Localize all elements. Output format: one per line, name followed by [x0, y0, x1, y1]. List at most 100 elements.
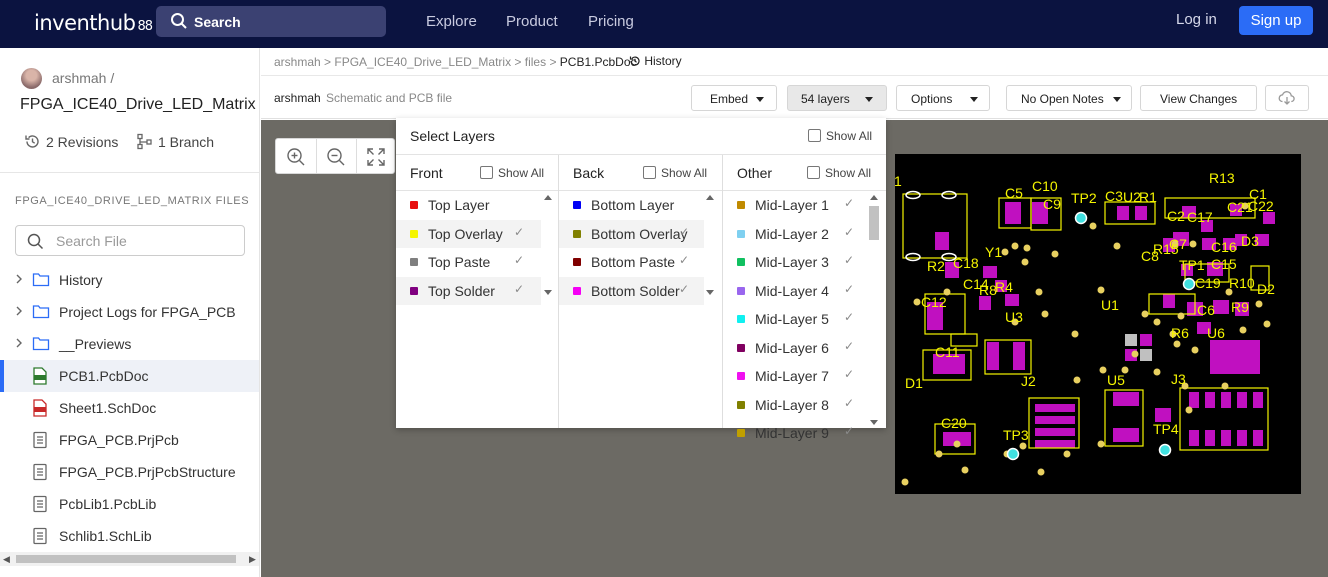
pcb-pad	[1250, 340, 1260, 374]
zoom-out-button[interactable]	[316, 139, 356, 173]
file-tree-item[interactable]: FPGA_PCB.PrjPcb	[0, 424, 259, 456]
pcb-pad	[1035, 416, 1075, 424]
front-layers-column: Front Show All Top Layer Top Overlay ✓ Top …	[396, 155, 558, 428]
scroll-left-arrow-icon[interactable]: ◀	[3, 554, 10, 565]
global-search-button[interactable]: Search	[156, 6, 386, 37]
pcb-designator-label: C15	[1211, 256, 1237, 272]
layer-row-mid-layer-9[interactable]: Mid-Layer 9 ✓	[723, 419, 867, 447]
scroll-up-arrow-icon[interactable]	[870, 195, 878, 200]
inventhub-logo[interactable]: inventhub 88	[34, 11, 153, 35]
layer-row-bottom-solder[interactable]: Bottom Solder ✓	[559, 276, 704, 305]
chevron-down-icon	[1113, 97, 1121, 102]
zoom-in-icon	[287, 148, 305, 166]
history-link[interactable]: History	[629, 54, 682, 68]
scroll-up-arrow-icon[interactable]	[544, 195, 552, 200]
show-all-layers-checkbox[interactable]	[808, 129, 821, 142]
sidebar-horizontal-scrollbar[interactable]: ◀ ▶	[0, 552, 259, 566]
nav-product[interactable]: Product	[506, 13, 558, 30]
file-tree-label: FPGA_PCB.PrjPcbStructure	[59, 464, 236, 480]
file-owner[interactable]: arshmah	[274, 91, 321, 105]
search-file-input[interactable]: Search File	[15, 225, 245, 256]
layer-color-swatch	[737, 372, 745, 380]
layer-row-mid-layer-1[interactable]: Mid-Layer 1 ✓	[723, 191, 867, 219]
file-tree-item[interactable]: PcbLib1.PcbLib	[0, 488, 259, 520]
folder-icon	[32, 305, 50, 319]
file-tree-item[interactable]: FPGA_PCB.PrjPcbStructure	[0, 456, 259, 488]
nav-pricing[interactable]: Pricing	[588, 13, 634, 30]
nav-explore[interactable]: Explore	[426, 13, 477, 30]
scroll-down-arrow-icon[interactable]	[544, 290, 552, 295]
layer-row-top-paste[interactable]: Top Paste ✓	[396, 248, 541, 276]
layer-name: Mid-Layer 1	[755, 197, 829, 213]
file-tree-item[interactable]: History	[0, 264, 259, 296]
pcb-board-render[interactable]: J1C5C10TP2C3U2R1R13C1C9C2C17C21C22D3Y1R1…	[895, 154, 1301, 494]
pcb-pad	[1135, 206, 1147, 220]
options-dropdown[interactable]: Options	[896, 85, 990, 111]
pcb-designator-label: R4	[995, 279, 1013, 295]
scrollbar-thumb[interactable]	[869, 206, 879, 240]
file-tree-item[interactable]: PCB1.PcbDoc	[0, 360, 259, 392]
pcb-designator-label: C9	[1043, 196, 1061, 212]
embed-dropdown[interactable]: Embed	[691, 85, 777, 111]
layer-row-top-solder[interactable]: Top Solder ✓	[396, 276, 541, 305]
notes-dropdown[interactable]: No Open Notes	[1006, 85, 1132, 111]
top-navigation-bar: inventhub 88 Search Explore Product Prici…	[0, 0, 1328, 48]
other-show-all-checkbox[interactable]	[807, 166, 820, 179]
folder-icon	[32, 273, 50, 287]
layer-row-bottom-layer[interactable]: Bottom Layer	[559, 191, 704, 219]
fit-screen-button[interactable]	[356, 139, 396, 173]
layer-row-bottom-overlay[interactable]: Bottom Overlay ✓	[559, 219, 704, 248]
search-file-placeholder: Search File	[56, 233, 127, 249]
layer-row-top-overlay[interactable]: Top Overlay ✓	[396, 219, 541, 248]
layer-row-mid-layer-7[interactable]: Mid-Layer 7 ✓	[723, 362, 867, 390]
front-scrollbar[interactable]	[542, 192, 554, 298]
front-show-all-checkbox[interactable]	[480, 166, 493, 179]
file-tree-item[interactable]: __Previews	[0, 328, 259, 360]
zoom-in-button[interactable]	[276, 139, 316, 173]
layer-row-mid-layer-4[interactable]: Mid-Layer 4 ✓	[723, 277, 867, 305]
layer-row-mid-layer-3[interactable]: Mid-Layer 3 ✓	[723, 248, 867, 276]
file-tree-item[interactable]: Sheet1.SchDoc	[0, 392, 259, 424]
layer-row-mid-layer-6[interactable]: Mid-Layer 6 ✓	[723, 334, 867, 362]
layer-row-mid-layer-5[interactable]: Mid-Layer 5 ✓	[723, 305, 867, 333]
other-scrollbar[interactable]	[868, 192, 880, 428]
layers-dropdown[interactable]: 54 layers	[787, 85, 887, 111]
pcb-designator-label: D3	[1241, 233, 1259, 249]
breadcrumb-path[interactable]: arshmah > FPGA_ICE40_Drive_LED_Matrix > …	[274, 55, 560, 69]
scroll-right-arrow-icon[interactable]: ▶	[249, 554, 256, 565]
pcb-designator-label: C14	[963, 276, 989, 292]
login-link[interactable]: Log in	[1176, 11, 1217, 28]
scroll-down-arrow-icon[interactable]	[870, 420, 878, 425]
layer-row-top-layer[interactable]: Top Layer	[396, 191, 541, 219]
file-tree-item[interactable]: Schlib1.SchLib	[0, 520, 259, 552]
view-changes-button[interactable]: View Changes	[1140, 85, 1257, 111]
layer-name: Mid-Layer 2	[755, 225, 829, 242]
pcb-via	[1263, 320, 1271, 328]
back-scrollbar[interactable]	[704, 192, 716, 298]
other-title: Other	[737, 165, 773, 181]
layer-row-bottom-paste[interactable]: Bottom Paste ✓	[559, 248, 704, 276]
layer-name: Mid-Layer 3	[755, 254, 829, 270]
download-button[interactable]	[1265, 85, 1309, 111]
scroll-up-arrow-icon[interactable]	[706, 195, 714, 200]
pcb-file-icon	[33, 367, 47, 385]
avatar[interactable]	[21, 68, 42, 89]
document-icon	[33, 495, 47, 513]
layer-row-mid-layer-8[interactable]: Mid-Layer 8 ✓	[723, 391, 867, 419]
pcb-pad	[1035, 404, 1075, 412]
chevron-right-icon[interactable]	[14, 305, 24, 317]
view-changes-label: View Changes	[1160, 92, 1238, 106]
pcb-designator-label: R9	[1231, 299, 1249, 315]
chevron-right-icon[interactable]	[14, 337, 24, 349]
signup-button[interactable]: Sign up	[1239, 6, 1313, 35]
scrollbar-thumb[interactable]	[16, 555, 236, 563]
back-show-all-checkbox[interactable]	[643, 166, 656, 179]
owner-link[interactable]: arshmah /	[52, 70, 114, 86]
layer-row-mid-layer-2[interactable]: Mid-Layer 2 ✓	[723, 220, 867, 248]
chevron-right-icon[interactable]	[14, 273, 24, 285]
file-tree-item[interactable]: Project Logs for FPGA_PCB	[0, 296, 259, 328]
scroll-down-arrow-icon[interactable]	[706, 290, 714, 295]
pcb-designator-label: TP1	[1179, 257, 1205, 273]
select-layers-panel: Select Layers Show All Front Show All To…	[396, 118, 886, 441]
layer-color-swatch	[410, 229, 418, 238]
